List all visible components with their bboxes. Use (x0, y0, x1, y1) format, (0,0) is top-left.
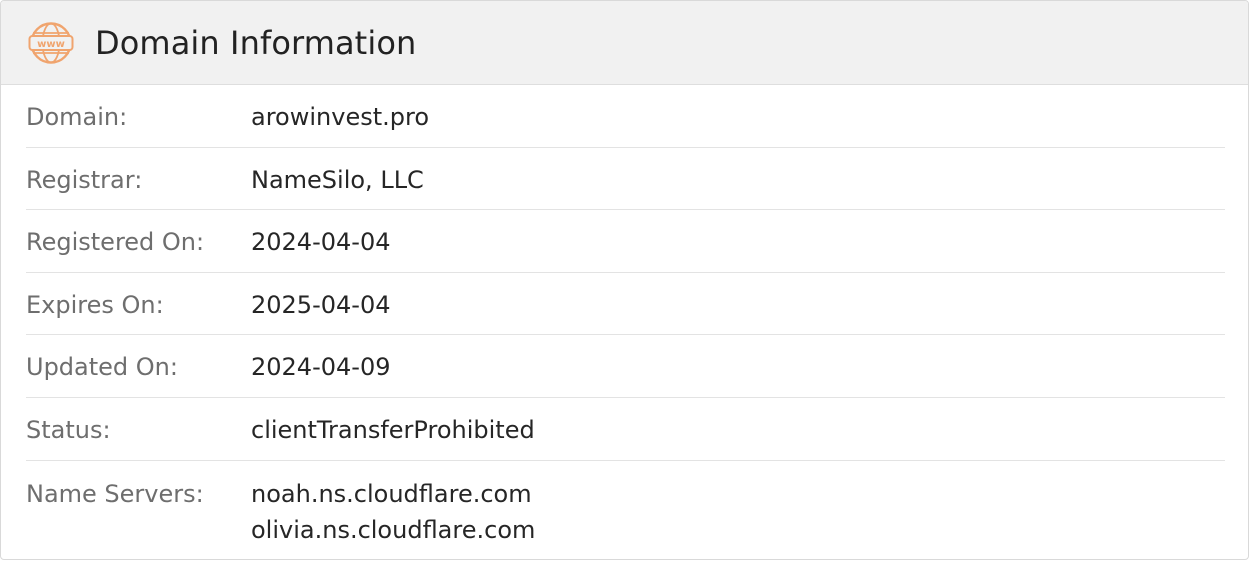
name-servers-value: noah.ns.cloudflare.com olivia.ns.cloudfl… (251, 476, 535, 548)
table-row: Registrar: NameSilo, LLC (26, 148, 1225, 211)
table-row: Registered On: 2024-04-04 (26, 210, 1225, 273)
table-row: Status: clientTransferProhibited (26, 398, 1225, 461)
updated-on-label: Updated On: (26, 353, 178, 382)
domain-information-panel: www Domain Information Domain: arowinves… (0, 0, 1249, 560)
domain-info-table: Domain: arowinvest.pro Registrar: NameSi… (26, 85, 1225, 548)
status-value: clientTransferProhibited (251, 415, 535, 444)
table-row: Expires On: 2025-04-04 (26, 273, 1225, 336)
expires-on-label: Expires On: (26, 290, 164, 319)
expires-on-value: 2025-04-04 (251, 290, 391, 319)
updated-on-value: 2024-04-09 (251, 353, 391, 382)
page-title: Domain Information (95, 23, 417, 62)
registered-on-value: 2024-04-04 (251, 228, 391, 257)
name-server-2: olivia.ns.cloudflare.com (251, 515, 536, 544)
www-globe-icon: www (28, 21, 74, 64)
domain-value: arowinvest.pro (251, 103, 430, 131)
registrar-label: Registrar: (26, 165, 143, 194)
table-row: Name Servers: noah.ns.cloudflare.com oli… (26, 461, 1225, 548)
www-icon-text: www (37, 39, 65, 50)
table-row: Domain: arowinvest.pro (26, 85, 1225, 148)
status-label: Status: (26, 415, 111, 444)
domain-label: Domain: (26, 103, 128, 131)
panel-header: www Domain Information (1, 1, 1248, 85)
registered-on-label: Registered On: (26, 228, 205, 257)
name-servers-label: Name Servers: (26, 479, 204, 508)
registrar-value: NameSilo, LLC (251, 165, 424, 194)
table-row: Updated On: 2024-04-09 (26, 335, 1225, 398)
name-server-1: noah.ns.cloudflare.com (251, 479, 532, 508)
